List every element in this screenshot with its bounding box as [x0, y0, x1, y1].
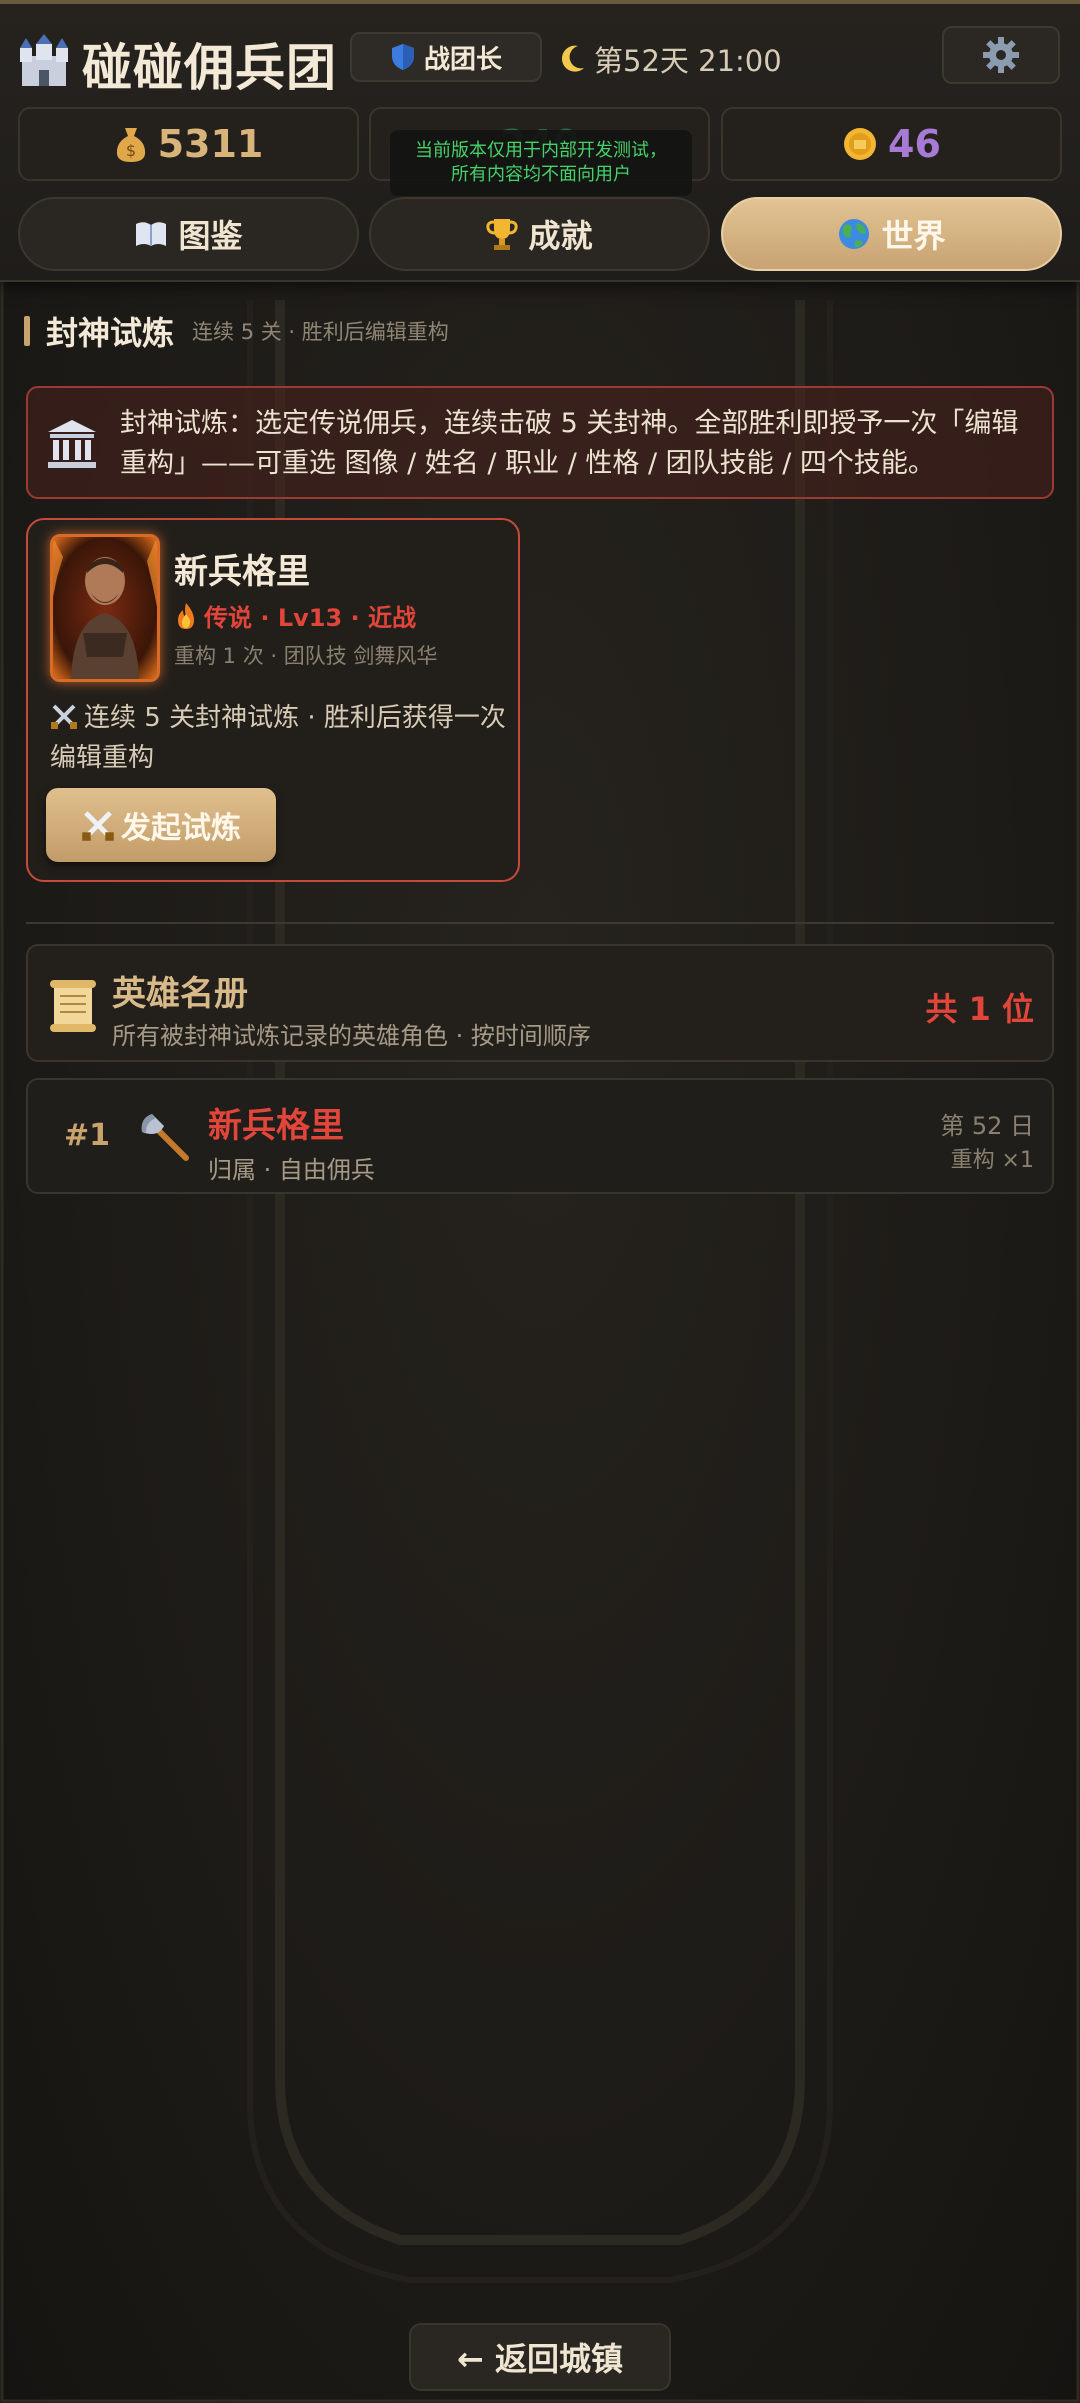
start-trial-label: 发起试炼 [121, 811, 241, 846]
nav-world-button[interactable]: 世界 [721, 197, 1062, 271]
roster-list-item[interactable]: #1 新兵格里 归属 · 自由佣兵 第 52 日 重构 ×1 [26, 1078, 1054, 1194]
dev-notice-line2: 所有内容均不面向用户 [451, 164, 631, 185]
roster-hero-affiliation: 归属 · 自由佣兵 [208, 1156, 375, 1184]
hero-subinfo: 重构 1 次 · 团队技 剑舞风华 [174, 644, 438, 668]
coins-box[interactable]: 46 [721, 107, 1062, 181]
rank-badge[interactable]: 战团长 [350, 32, 542, 82]
shield-icon [391, 44, 414, 70]
section-subtitle: 连续 5 关 · 胜利后编辑重构 [192, 320, 449, 344]
trial-info-text: 封神试炼：选定传说佣兵，连续击破 5 关封神。全部胜利即授予一次「编辑重构」——… [120, 408, 1019, 479]
hero-portrait-image [53, 537, 157, 679]
section-accent-bar [24, 316, 30, 346]
dev-notice-line1: 当前版本仅用于内部开发测试， [415, 140, 667, 161]
hero-meta: 传说 · Lv13 · 近战 [174, 598, 416, 633]
fire-icon [178, 602, 194, 629]
scroll-icon [50, 980, 96, 1032]
hero-meta-text: 传说 · Lv13 · 近战 [204, 604, 416, 632]
crossed-swords-icon [51, 704, 77, 729]
start-trial-button[interactable]: 发起试炼 [46, 788, 276, 862]
roster-rank: #1 [64, 1118, 111, 1153]
hero-card: 新兵格里 传说 · Lv13 · 近战 重构 1 次 · 团队技 剑舞风华 连续… [26, 518, 520, 882]
trial-info-banner: 封神试炼：选定传说佣兵，连续击破 5 关封神。全部胜利即授予一次「编辑重构」——… [26, 386, 1054, 499]
hero-description: 连续 5 关封神试炼 · 胜利后获得一次编辑重构 [50, 698, 510, 778]
nav-world-label: 世界 [881, 217, 946, 255]
temple-icon [48, 420, 96, 468]
gear-icon [983, 37, 1019, 73]
roster-hero-day: 第 52 日 [940, 1112, 1034, 1140]
section-title: 封神试炼 [46, 314, 175, 352]
moon-icon [561, 45, 584, 72]
money-value: 5311 [157, 122, 264, 166]
roster-subtitle: 所有被封神试炼记录的英雄角色 · 按时间顺序 [112, 1022, 591, 1050]
title-row: 碰碰佣兵团 战团长 第52天 21:00 [16, 24, 1064, 97]
globe-icon [839, 219, 870, 249]
back-to-town-button[interactable]: ← 返回城镇 [409, 2323, 671, 2391]
nav-achievements-label: 成就 [528, 217, 593, 255]
roster-title: 英雄名册 [112, 974, 248, 1014]
divider [26, 922, 1054, 924]
nav-achievements-button[interactable]: 成就 [369, 197, 710, 271]
hero-portrait[interactable] [50, 534, 160, 682]
top-header: 碰碰佣兵团 战团长 第52天 21:00 $ 5311 46 当前版本仅用于内部… [0, 0, 1080, 282]
app-title: 碰碰佣兵团 [82, 39, 337, 97]
axe-icon [141, 1114, 189, 1161]
coin-icon [844, 128, 877, 160]
coins-value: 46 [888, 122, 941, 166]
roster-hero-name: 新兵格里 [208, 1106, 344, 1146]
money-box[interactable]: $ 5311 [18, 107, 359, 181]
castle-icon [20, 34, 68, 86]
money-bag-icon: $ [116, 128, 145, 162]
book-icon [136, 222, 167, 246]
nav-codex-button[interactable]: 图鉴 [18, 197, 359, 271]
day-time: 第52天 21:00 [558, 38, 782, 80]
settings-button[interactable] [942, 26, 1060, 84]
rank-label: 战团长 [423, 44, 502, 75]
trophy-icon [486, 219, 519, 250]
dev-notice-tooltip: 当前版本仅用于内部开发测试， 所有内容均不面向用户 [390, 130, 692, 196]
roster-count: 共 1 位 [925, 990, 1034, 1028]
hero-description-text: 连续 5 关封神试炼 · 胜利后获得一次编辑重构 [50, 703, 506, 773]
roster-hero-rebuild-count: 重构 ×1 [950, 1148, 1034, 1173]
crossed-swords-icon [82, 811, 114, 841]
nav-row: 图鉴 成就 世界 [18, 197, 1062, 271]
roster-header: 英雄名册 所有被封神试炼记录的英雄角色 · 按时间顺序 共 1 位 [26, 944, 1054, 1062]
hero-name: 新兵格里 [174, 552, 310, 592]
svg-text:$: $ [126, 141, 136, 160]
nav-codex-label: 图鉴 [178, 217, 243, 255]
section-header: 封神试炼 连续 5 关 · 胜利后编辑重构 [24, 310, 449, 352]
back-to-town-label: ← 返回城镇 [457, 2340, 623, 2378]
background-ornament [0, 0, 1080, 2403]
day-time-text: 第52天 21:00 [594, 44, 782, 78]
